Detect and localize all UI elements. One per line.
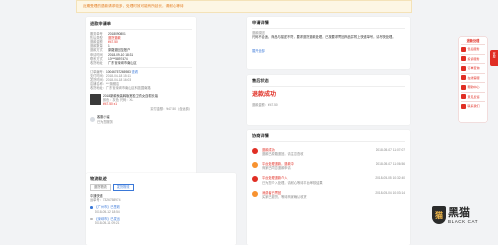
tab-delivery-logistics[interactable]: 发货物流 (112, 184, 134, 191)
side-menu-item[interactable]: 投诉服务 (461, 53, 485, 64)
menu-item-icon (461, 103, 466, 109)
watermark-logo: 猫 黑猫 BLACK CAT (432, 206, 478, 224)
order-info-panel: 退款申请单 服务单号 2018090801 售后类型 退货退款 退款金额 ¥47.50 退款… (86, 17, 196, 197)
logistics-event-body: 【广州市】已签收 2018-05-12 18:54 (95, 205, 121, 213)
order-panel-title: 退款申请单 (90, 21, 111, 26)
side-menu-item[interactable]: 联系我们 (461, 101, 485, 111)
history-item: 平台处理退款介入 2018-05-05 10:32:40 已为您介入处理，请耐心等待… (252, 176, 405, 185)
logistics-tabs: 退货物流 发货物流 (90, 184, 232, 191)
side-menu-item[interactable]: 意见反馈 (461, 91, 485, 102)
watermark-subtitle: BLACK CAT (448, 219, 479, 224)
product-thumbnail[interactable] (90, 93, 101, 105)
menu-item-icon (461, 65, 466, 71)
order-detail-key: 收货地址 (90, 60, 103, 65)
logistics-event-body: 【深圳市】已发出 2018-05-11 09:21 (95, 217, 121, 225)
watermark-text: 黑猫 BLACK CAT (448, 207, 478, 224)
status-icon (252, 161, 258, 168)
waybill-number: 运单号：7326758974 (90, 198, 121, 203)
menu-item-icon (461, 94, 466, 100)
order-detail-row: 收货地址 广东省深圳市南山区 (90, 61, 192, 65)
menu-item-icon (461, 46, 466, 52)
divider (252, 28, 405, 29)
divider (90, 67, 192, 68)
status-icon (252, 176, 258, 183)
side-menu-label: 在线客服 (467, 75, 480, 80)
history-list: 退款成功 2018-05-07 11:07:07 退款已原路退回，请注意查收 平台处理… (252, 147, 405, 200)
side-menu-label: 意见反馈 (467, 94, 480, 99)
tab-return-logistics[interactable]: 退货物流 (90, 184, 111, 191)
logistics-event: 【深圳市】已发出 2018-05-11 09:21 (90, 217, 232, 225)
history-desc: 退款已原路退回，请注意查收 (262, 151, 304, 156)
history-time: 2018-05-07 11:06:56 (375, 161, 405, 166)
cat-shield-icon: 猫 (432, 206, 446, 224)
notice-bar: 近期受理的退款请求较多，处理时效可能有所延长，请耐心等待 (76, 0, 412, 13)
side-menu-list: 售后服务投诉服务订单查询在线客服帮助中心意见反馈联系我们 (461, 44, 485, 111)
divider (252, 141, 405, 142)
timeline-dot-icon (90, 217, 93, 221)
side-menu: 退款处理 售后服务投诉服务订单查询在线客服帮助中心意见反馈联系我们 (459, 37, 487, 122)
logistics-event-list: 【广州市】已签收 2018-05-12 18:54 【深圳市】已发出 2018-05-… (90, 205, 232, 225)
cs-status: 已为您服务 (97, 119, 113, 124)
menu-item-icon (461, 84, 466, 90)
side-menu-label: 帮助中心 (467, 85, 480, 90)
divider (252, 86, 405, 87)
history-desc: 买家已退货，等待商家确认收货 (262, 194, 307, 199)
logistics-event-time: 2018-05-11 09:21 (94, 221, 120, 226)
refund-amount: 退款金额：¥47.50 (252, 102, 278, 107)
status-icon (252, 147, 258, 154)
history-desc: 商家已同意退款申请 (262, 166, 291, 171)
refund-panel-title: 申请详情 (252, 20, 269, 25)
logistics-panel: 物流轨迹 退货物流 发货物流 中通快递 运单号：7326758974 【广州市】… (86, 173, 236, 245)
side-menu-label: 售后服务 (467, 47, 480, 52)
history-panel-title: 协商详情 (252, 133, 269, 138)
customer-service[interactable]: 客服小蜜 已为您服务 (90, 115, 192, 124)
side-menu-item[interactable]: 在线客服 (461, 72, 485, 83)
history-item: 退款成功 2018-05-07 11:07:07 退款已原路退回，请注意查收 (252, 147, 405, 156)
order-detail-value: 广东省深圳市南山区 (108, 60, 137, 65)
avatar (90, 117, 95, 123)
expand-link[interactable]: 展开全部 (252, 49, 405, 53)
side-menu-label: 投诉服务 (467, 56, 480, 61)
history-desc: 已为您介入处理，请耐心等待平台审核结果 (262, 180, 323, 185)
product-total: 实付金额：¥47.50（含运费） (150, 107, 192, 112)
watermark-title: 黑猫 (448, 207, 470, 219)
logistics-event: 【广州市】已签收 2018-05-12 18:54 (90, 205, 232, 214)
status-icon (252, 190, 258, 197)
menu-item-icon (461, 56, 466, 62)
side-menu-item[interactable]: 帮助中心 (461, 82, 485, 92)
timeline-dot-icon (90, 206, 93, 209)
side-menu-item[interactable]: 订单查询 (461, 63, 485, 73)
logistics-event-text: 【广州市】已签收 (94, 205, 121, 210)
side-menu-label: 联系我们 (467, 104, 480, 109)
history-actor: 平台处理退款介入 (262, 176, 288, 181)
history-time: 2018-05-04 10:03:14 (375, 190, 405, 195)
history-time: 2018-05-07 11:07:07 (375, 147, 405, 152)
order-detail-list: 服务单号 2018090801 售后类型 退货退款 退款金额 ¥47.50 退款数量 1 退款方… (90, 32, 192, 66)
negotiation-history-panel: 协商详情 退款成功 2018-05-07 11:07:07 退款已原路退回，请注意查… (247, 130, 410, 245)
side-tab[interactable]: 客服 (490, 50, 498, 66)
watermark-mark: 猫 (435, 210, 443, 220)
product-card[interactable]: 2018新款秋装韩版宽松卫衣女连帽长袖 颜色：灰色 尺码：XL ¥47.50 x… (90, 93, 192, 107)
logistics-title: 物流轨迹 (90, 176, 107, 181)
shipping-address: 收货地址：广东省深圳市南山区科技园南路 (90, 86, 151, 91)
logistics-event-time: 2018-05-12 18:54 (94, 209, 120, 214)
side-menu-item[interactable]: 售后服务 (461, 44, 485, 54)
order-detail-link[interactable]: 查看 (132, 70, 138, 74)
history-time: 2018-05-05 10:32:40 (375, 176, 405, 181)
product-price: ¥47.50 x1 (103, 102, 118, 107)
side-tab-label: 客服 (492, 52, 497, 58)
refund-reason-text: 尺码不合适，商品与描述不符，要求退货退款处理，已按要求寄回商品并附上快递单号，请… (252, 34, 396, 39)
notice-text: 近期受理的退款请求较多，处理时效可能有所延长，请耐心等待 (83, 4, 184, 9)
side-menu-header: 退款处理 (466, 39, 480, 43)
history-item: 平台处理退款，退款中 2018-05-07 11:06:56 商家已同意退款申请 (252, 161, 405, 171)
refund-status: 退款成功 (252, 91, 277, 98)
status-panel-title: 售后状态 (252, 78, 269, 83)
menu-item-icon (461, 75, 466, 81)
refund-status-panel: 售后状态 退款成功 退款金额：¥47.50 (247, 75, 410, 125)
refund-detail-panel: 申请详情 退款原因 尺码不合适，商品与描述不符，要求退货退款处理，已按要求寄回商… (247, 17, 410, 69)
history-item: 消费者已寄回 2018-05-04 10:03:14 买家已退货，等待商家确认收货 (252, 190, 405, 199)
side-menu-label: 订单查询 (467, 66, 480, 71)
divider (90, 29, 192, 30)
